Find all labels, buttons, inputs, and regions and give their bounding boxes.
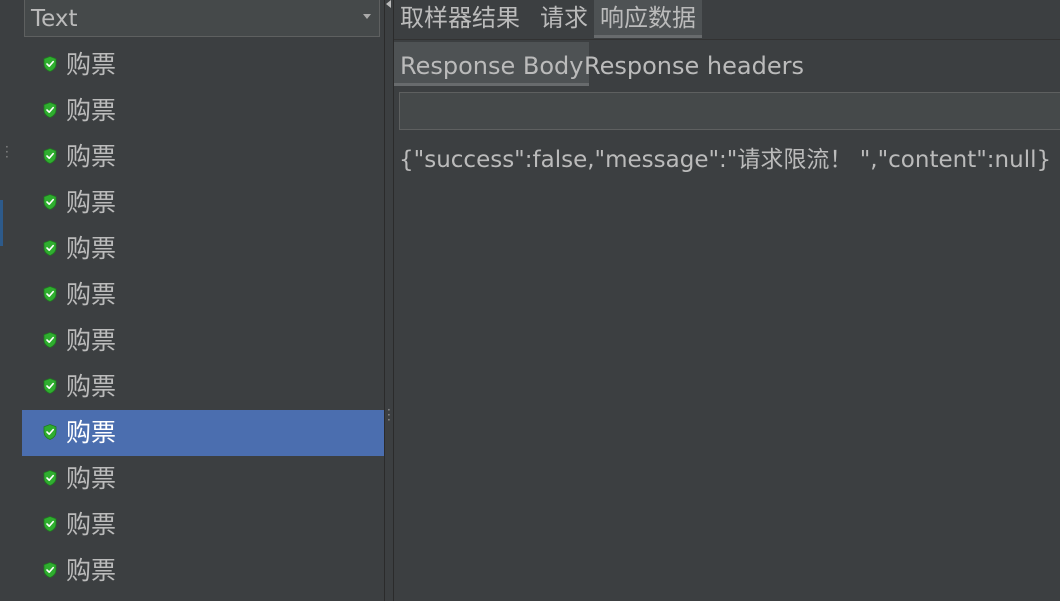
gutter-grip-icon[interactable]: · · · <box>5 141 9 163</box>
success-shield-icon <box>43 102 57 118</box>
tab-response-data[interactable]: 响应数据 <box>594 0 702 38</box>
results-tree: 购票 购票 购票 购票 购票 购票 购票 购票 购票 购票 购票 购票 <box>22 42 384 594</box>
success-shield-icon <box>43 286 57 302</box>
left-gutter: · · · <box>0 0 16 601</box>
success-shield-icon <box>43 332 57 348</box>
renderer-select[interactable]: Text <box>24 0 380 37</box>
tree-row[interactable]: 购票 <box>22 410 384 456</box>
success-shield-icon <box>43 516 57 532</box>
collapse-left-icon[interactable] <box>386 0 391 8</box>
search-input[interactable] <box>399 92 1060 130</box>
tab-request[interactable]: 请求 <box>534 0 594 38</box>
tree-row[interactable]: 购票 <box>22 318 384 364</box>
tree-row[interactable]: 购票 <box>22 272 384 318</box>
detail-tabs: 取样器结果 请求 响应数据 <box>394 0 1060 40</box>
chevron-down-icon[interactable] <box>363 14 371 19</box>
tree-row-label: 购票 <box>66 510 117 539</box>
tab-response-headers[interactable]: Response headers <box>578 42 810 86</box>
success-shield-icon <box>43 378 57 394</box>
tree-row[interactable]: 购票 <box>22 180 384 226</box>
success-shield-icon <box>43 562 57 578</box>
gutter-marker <box>0 200 3 246</box>
tree-row-label: 购票 <box>66 326 117 355</box>
tree-row[interactable]: 购票 <box>22 42 384 88</box>
tree-row[interactable]: 购票 <box>22 548 384 594</box>
splitter-grip-icon[interactable]: · · · <box>387 404 391 426</box>
results-tree-window: · · · Text 购票 购票 购票 购票 购票 购票 购票 购票 购票 购票 购票 购票 · · · 取样… <box>0 0 1060 601</box>
tab-response-body[interactable]: Response Body <box>394 42 590 86</box>
tree-row[interactable]: 购票 <box>22 502 384 548</box>
response-sub-tabs: Response Body Response headers <box>394 40 1060 88</box>
success-shield-icon <box>43 470 57 486</box>
tree-row[interactable]: 购票 <box>22 88 384 134</box>
success-shield-icon <box>43 424 57 440</box>
renderer-select-value: Text <box>31 6 78 32</box>
results-tree-panel: Text 购票 购票 购票 购票 购票 购票 购票 购票 购票 购票 购票 购票 <box>16 0 384 601</box>
tab-sampler-result[interactable]: 取样器结果 <box>394 0 526 38</box>
tree-row-label: 购票 <box>66 188 117 217</box>
tree-row-label: 购票 <box>66 142 117 171</box>
success-shield-icon <box>43 194 57 210</box>
success-shield-icon <box>43 56 57 72</box>
tree-row-label: 购票 <box>66 556 117 585</box>
tree-row-label: 购票 <box>66 418 117 447</box>
tree-row[interactable]: 购票 <box>22 456 384 502</box>
success-shield-icon <box>43 148 57 164</box>
tree-row[interactable]: 购票 <box>22 364 384 410</box>
tree-row-label: 购票 <box>66 372 117 401</box>
tree-row-label: 购票 <box>66 464 117 493</box>
tree-row-label: 购票 <box>66 234 117 263</box>
tree-row-label: 购票 <box>66 280 117 309</box>
result-detail-panel: 取样器结果 请求 响应数据 Response Body Response hea… <box>394 0 1060 601</box>
tree-row[interactable]: 购票 <box>22 226 384 272</box>
success-shield-icon <box>43 240 57 256</box>
tree-row-label: 购票 <box>66 96 117 125</box>
tree-row[interactable]: 购票 <box>22 134 384 180</box>
tree-row-label: 购票 <box>66 50 117 79</box>
response-body-text[interactable]: {"success":false,"message":"请求限流！ ","con… <box>399 145 1051 175</box>
